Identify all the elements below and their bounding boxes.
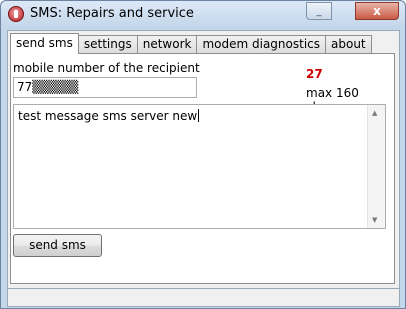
send-sms-button[interactable]: send sms <box>13 234 102 257</box>
scroll-down-arrow-icon[interactable]: ▼ <box>372 216 377 224</box>
app-icon <box>8 6 24 22</box>
char-counter: 27 <box>306 67 323 81</box>
tab-send-sms[interactable]: send sms <box>10 33 79 54</box>
close-button[interactable]: x <box>355 2 399 20</box>
message-scrollbar[interactable]: ▲ ▼ <box>367 105 385 228</box>
client-area: send sms settings network modem diagnost… <box>7 30 400 289</box>
tab-settings[interactable]: settings <box>77 35 138 53</box>
app-window: SMS: Repairs and service _ □ x send sms … <box>0 0 406 309</box>
send-sms-panel: mobile number of the recipient 77▒▒▒▒▒ 2… <box>10 53 395 284</box>
message-text-wrap: test message sms server new <box>18 109 200 123</box>
message-textarea[interactable]: test message sms server new ▲ ▼ <box>13 104 386 229</box>
window-title: SMS: Repairs and service <box>30 6 194 21</box>
scroll-up-arrow-icon[interactable]: ▲ <box>372 109 377 117</box>
tab-about[interactable]: about <box>325 35 372 53</box>
title-bar[interactable]: SMS: Repairs and service _ □ x <box>1 1 405 51</box>
status-bar <box>7 288 400 307</box>
message-text: test message sms server new <box>18 109 198 123</box>
phone-number-input[interactable]: 77▒▒▒▒▒ <box>13 77 197 98</box>
recipient-label: mobile number of the recipient <box>13 61 200 75</box>
tab-network[interactable]: network <box>136 35 198 53</box>
text-caret <box>198 109 200 122</box>
tab-modem-diagnostics[interactable]: modem diagnostics <box>196 35 327 53</box>
tab-strip: send sms settings network modem diagnost… <box>10 33 372 54</box>
minimize-button[interactable]: _ <box>306 2 332 20</box>
